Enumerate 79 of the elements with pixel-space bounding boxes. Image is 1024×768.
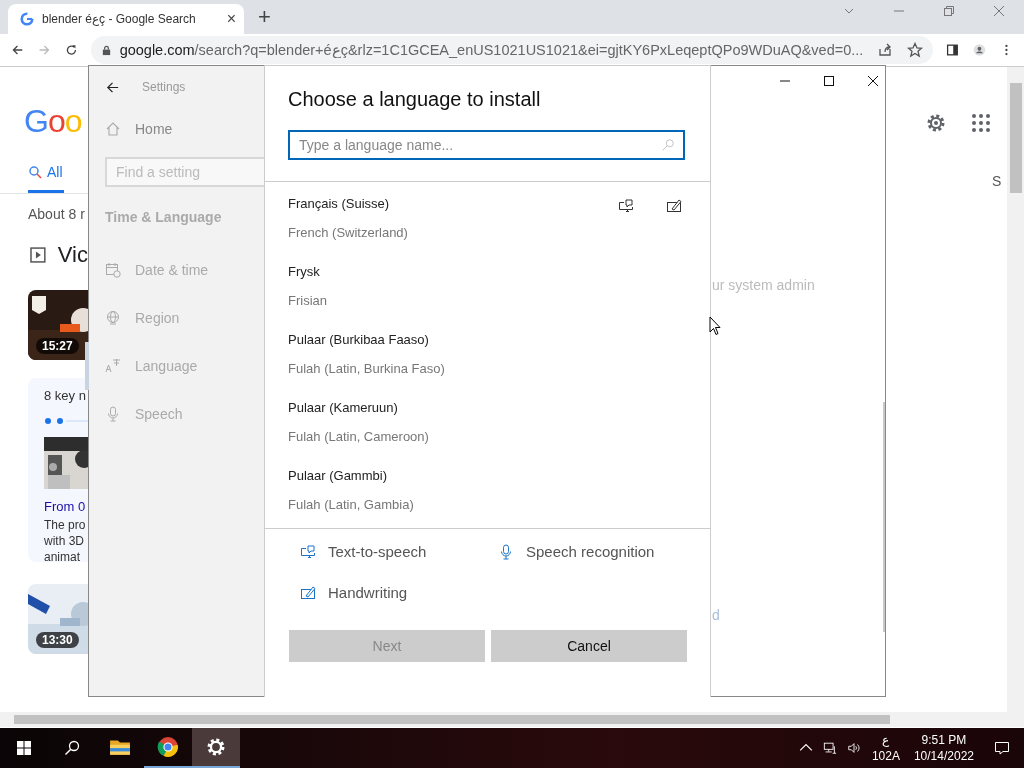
video-icon [30,247,46,263]
language-option[interactable]: Frysk Frisian [265,264,710,332]
language-english-name: Fulah (Latin, Gambia) [288,497,414,512]
search-box[interactable]: Type a language name... [288,130,685,160]
section-title: Vic [57,242,88,268]
clock-time: 9:51 PM [921,732,967,748]
moment-link[interactable]: From 0 [44,499,88,514]
lock-icon [100,44,112,56]
language-option[interactable]: Pulaar (Gammbi) Fulah (Latin, Gambia) [265,468,710,528]
language-option[interactable]: Pulaar (Kameruun) Fulah (Latin, Cameroon) [265,400,710,468]
search-icon [28,165,42,179]
result-count: About 8 r [28,206,86,222]
language-name: Frysk [288,264,320,279]
find-setting-field[interactable]: Find a setting [105,157,264,187]
language-characters-icon [105,358,121,374]
cancel-button[interactable]: Cancel [491,630,687,662]
google-icon [20,12,34,26]
horizontal-scrollbar[interactable] [0,712,1024,727]
clock-date: 10/14/2022 [913,748,974,764]
maximize-icon[interactable] [823,75,835,87]
new-tab-button[interactable]: + [258,4,271,30]
key-moments-title: 8 key n [44,388,87,403]
pen-icon [300,584,316,601]
reload-icon[interactable] [64,42,78,58]
microphone-icon [498,543,514,560]
clock[interactable]: 9:51 PM 10/14/2022 [913,732,974,764]
language-name: Français (Suisse) [288,196,390,211]
settings-text: ur system admin [712,277,815,293]
timeline-dots-icon [44,417,88,425]
language-name: Pulaar (Burkibaa Faaso) [288,332,429,347]
tab-title: blender éعç - Google Search [42,12,197,26]
search-tab[interactable]: S [992,173,1002,189]
microphone-icon [105,406,121,422]
windows-start-icon[interactable] [16,740,32,756]
settings-text: d [712,607,720,623]
language-option[interactable]: Français (Suisse) French (Switzerland) [265,196,710,264]
feature-label: Handwriting [328,584,408,601]
section-heading: Time & Language [105,209,223,225]
google-logo[interactable]: Goo [24,103,88,140]
speech-monitor-icon [300,543,316,560]
moment-snippet: The pro with 3D animat [44,517,87,565]
language-english-name: Fulah (Latin, Cameroon) [288,429,429,444]
close-tab-button[interactable]: × [226,10,236,28]
bookmark-star-icon[interactable] [907,42,924,58]
video-duration: 13:30 [36,632,79,648]
home-icon [105,121,121,137]
language-name: Pulaar (Kameruun) [288,400,398,415]
restore-icon[interactable] [943,5,955,17]
language-option[interactable]: Pulaar (Burkibaa Faaso) Fulah (Latin, Burkina Faso) [265,332,710,400]
search-tab[interactable]: All [28,164,64,193]
calendar-clock-icon [105,262,121,278]
apps-grid-icon[interactable] [971,113,991,133]
round-logo-icon [157,736,179,758]
language-english-name: French (Switzerland) [288,225,408,240]
network-icon[interactable] [822,741,837,755]
close-icon[interactable] [867,75,879,87]
language-name: Pulaar (Gammbi) [288,468,387,483]
vertical-scrollbar[interactable] [1007,67,1024,712]
share-icon[interactable] [877,42,894,58]
profile-avatar-icon[interactable] [973,42,987,58]
taskbar-app[interactable] [192,728,240,768]
volume-icon[interactable] [846,741,861,755]
globe-icon [105,310,121,326]
search-icon[interactable] [64,740,80,756]
dialog-title: Choose a language to install [288,88,542,111]
feature-label: Text-to-speech [328,543,427,560]
keyboard-layout: 102A [871,748,900,764]
language-english-name: Frisian [288,293,327,308]
input-language: ع [882,732,890,748]
language-english-name: Fulah (Latin, Burkina Faso) [288,361,445,376]
window-title: Settings [142,80,186,94]
side-panel-icon[interactable] [946,42,960,58]
video-thumbnail[interactable]: 15:27 [28,290,88,360]
notifications-icon[interactable] [994,740,1010,756]
video-duration: 15:27 [36,338,79,354]
gear-icon [205,736,227,758]
browser-tab[interactable]: blender éعç - Google Search × [8,4,244,34]
video-thumbnail[interactable]: 13:30 [28,584,88,654]
feature-label: Speech recognition [526,543,655,560]
